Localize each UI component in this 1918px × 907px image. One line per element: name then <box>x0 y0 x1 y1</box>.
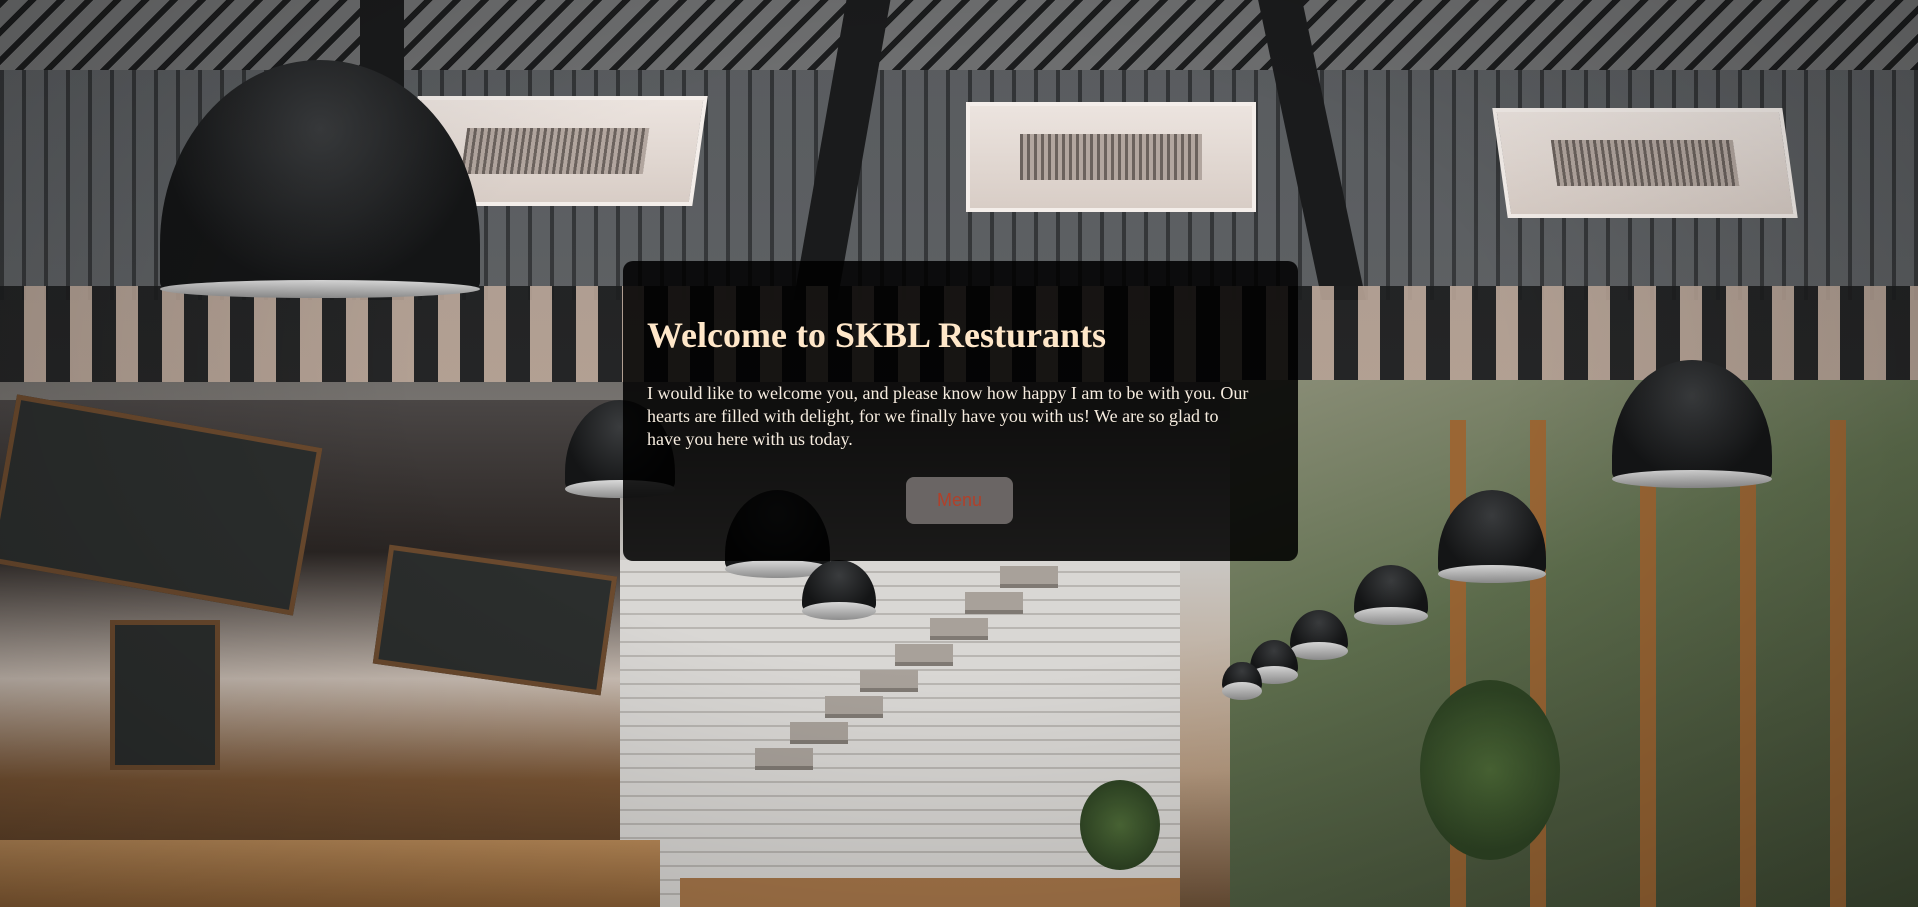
menu-button[interactable]: Menu <box>906 477 1013 524</box>
welcome-message: I would like to welcome you, and please … <box>647 383 1249 449</box>
welcome-panel: Welcome to SKBL Resturants I would like … <box>623 261 1298 561</box>
welcome-title: Welcome to SKBL Resturants <box>647 315 1106 355</box>
